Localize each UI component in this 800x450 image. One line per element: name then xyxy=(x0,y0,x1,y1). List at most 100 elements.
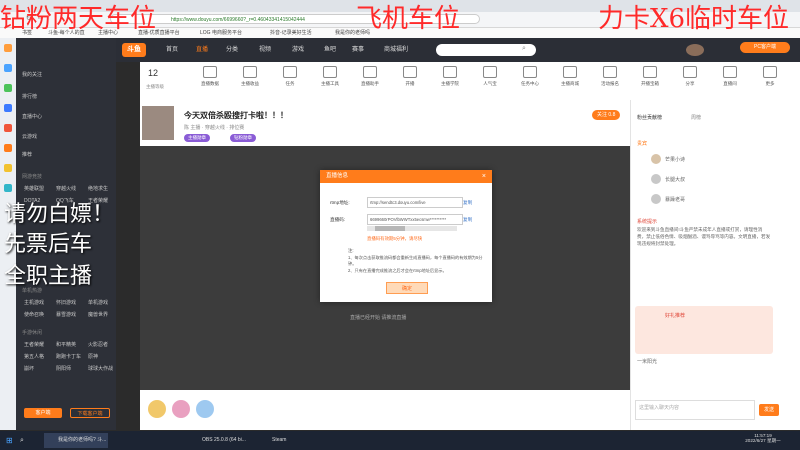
toolbar-item[interactable]: 直播数据 xyxy=(196,66,224,87)
toolbar-item[interactable]: 直播助手 xyxy=(356,66,384,87)
toolbar-item[interactable]: 主播收益 xyxy=(236,66,264,87)
toolbar-item[interactable]: 人气宝 xyxy=(476,66,504,87)
topnav-item[interactable]: 直播 xyxy=(196,38,208,62)
anchor-avatar[interactable] xyxy=(142,106,174,140)
bookmark-item[interactable]: LOG 电商服务平台 xyxy=(200,28,242,38)
nav-subitem[interactable]: 怀旧游戏 xyxy=(56,298,76,308)
scrollbar-thumb[interactable] xyxy=(375,226,405,231)
toolbar-item[interactable]: 主播工具 xyxy=(316,66,344,87)
toolbar-item[interactable]: 任务中心 xyxy=(516,66,544,87)
toolbar-item[interactable]: 开播 xyxy=(396,66,424,87)
avatar[interactable] xyxy=(651,194,661,204)
taskbar-app[interactable]: 我是你的老师吗? 斗... xyxy=(44,433,108,448)
follow-button[interactable]: 关注 0.8 xyxy=(592,110,621,120)
search-icon[interactable]: ⌕ xyxy=(20,433,24,448)
nav-subitem[interactable]: 使命召唤 xyxy=(24,310,44,320)
avatar[interactable] xyxy=(651,174,661,184)
tool-label: 主播商城 xyxy=(561,81,579,86)
nav-subitem[interactable]: 穿越火线 xyxy=(56,184,76,194)
topnav-item[interactable]: 游戏 xyxy=(292,38,304,62)
download-client-button[interactable]: 下载客户端 xyxy=(70,408,110,418)
start-icon[interactable]: ⊞ xyxy=(6,433,13,448)
toolbar-item[interactable]: 主播商城 xyxy=(556,66,584,87)
stream-code-field[interactable]: 6699660rPOVlbWWTxx5ecsmw********** xyxy=(367,214,463,225)
douyu-logo[interactable]: 斗鱼 xyxy=(122,43,146,57)
nav-item[interactable]: 云游戏 xyxy=(22,132,37,142)
open-client-button[interactable]: 客户端 xyxy=(24,408,62,418)
nav-subitem[interactable]: 火影忍者 xyxy=(88,340,108,350)
search-input[interactable] xyxy=(436,44,536,56)
nav-subitem[interactable]: 暴雪游戏 xyxy=(56,310,76,320)
nav-subitem[interactable]: 绝地求生 xyxy=(88,184,108,194)
promo-title: 好礼推荐 xyxy=(665,313,686,319)
nav-subitem[interactable]: 英雄联盟 xyxy=(24,184,44,194)
topnav-item[interactable]: 分类 xyxy=(226,38,238,62)
avatar[interactable] xyxy=(686,44,704,56)
pc-client-button[interactable]: PC客户端 xyxy=(740,42,790,53)
nav-subitem[interactable]: 魔兽世界 xyxy=(88,310,108,320)
gift-icon[interactable] xyxy=(148,400,166,418)
rank-user[interactable]: 芒果小诗 xyxy=(665,156,685,163)
toolbar-item[interactable]: 开播宝箱 xyxy=(636,66,664,87)
app-icon[interactable] xyxy=(4,184,12,192)
gift-icon[interactable] xyxy=(196,400,214,418)
app-icon[interactable] xyxy=(4,104,12,112)
topnav-item[interactable]: 首页 xyxy=(166,38,178,62)
send-button[interactable]: 发送 xyxy=(759,404,780,416)
toolbar-item[interactable]: 任务 xyxy=(276,66,304,87)
toolbar-item[interactable]: 更多 xyxy=(756,66,784,87)
nav-subitem[interactable]: 主机游戏 xyxy=(24,298,44,308)
app-icon[interactable] xyxy=(4,44,12,52)
topnav-item[interactable]: 赛事 xyxy=(352,38,364,62)
toolbar-item[interactable]: 分享 xyxy=(676,66,704,87)
search-icon[interactable]: ⌕ xyxy=(522,45,526,53)
app-icon[interactable] xyxy=(4,84,12,92)
bookmark-item[interactable]: 抖音-记录美好生活 xyxy=(270,28,312,38)
app-icon[interactable] xyxy=(4,164,12,172)
tab-fan-rank[interactable]: 粉丝贡献榜 xyxy=(637,114,662,121)
nav-subitem[interactable]: 和平精英 xyxy=(56,340,76,350)
follow-label: 关注 xyxy=(597,112,608,118)
nav-subitem[interactable]: 阴阳师 xyxy=(56,364,71,374)
toolbar-item[interactable]: 活动报名 xyxy=(596,66,624,87)
nav-subitem[interactable]: 第五人格 xyxy=(24,352,44,362)
nav-subitem[interactable]: 球球大作战 xyxy=(88,364,113,374)
nav-item[interactable]: 直播中心 xyxy=(22,112,42,122)
clock[interactable]: 11:57:19 2022/6/27 星期一 xyxy=(736,433,790,444)
rtmp-field[interactable]: rtmp://sendtc3.douyu.com/live xyxy=(367,197,463,208)
nav-subitem[interactable]: 跑跑卡丁车 xyxy=(56,352,81,362)
app-icon[interactable] xyxy=(4,144,12,152)
topnav-item[interactable]: 视频 xyxy=(259,38,271,62)
rank-user[interactable]: 一米阳光 xyxy=(637,358,657,365)
taskbar-app[interactable]: Steam xyxy=(260,433,300,448)
toolbar-item[interactable]: 直播间 xyxy=(716,66,744,87)
close-icon[interactable]: × xyxy=(482,170,486,183)
toolbar-item[interactable]: 主播学院 xyxy=(436,66,464,87)
badge-anchor[interactable]: 主播勋章 xyxy=(184,134,210,142)
nav-subitem[interactable]: 崩坏 xyxy=(24,364,34,374)
badge-fan[interactable]: 钻粉勋章 xyxy=(230,134,256,142)
tab-week[interactable]: 周榜 xyxy=(691,114,701,121)
nav-subitem[interactable]: 王者荣耀 xyxy=(24,340,44,350)
copy-code-button[interactable]: 复制 xyxy=(463,217,472,223)
windows-taskbar: ⊞ ⌕ 我是你的老师吗? 斗... OBS 25.0.8 (64 bi... S… xyxy=(0,431,800,450)
nav-item[interactable]: 推荐 xyxy=(22,150,32,160)
confirm-button[interactable]: 确定 xyxy=(386,282,428,294)
rank-user[interactable]: 长腿大叔 xyxy=(665,176,685,183)
rank-user[interactable]: 暴躁老哥 xyxy=(665,196,685,203)
taskbar-app[interactable]: OBS 25.0.8 (64 bi... xyxy=(190,433,250,448)
nav-item[interactable]: 排行榜 xyxy=(22,92,37,102)
app-icon[interactable] xyxy=(4,64,12,72)
topnav-item[interactable]: 商城福利 xyxy=(384,38,408,62)
gift-icon[interactable] xyxy=(172,400,190,418)
topnav-item[interactable]: 鱼吧 xyxy=(324,38,336,62)
copy-rtmp-button[interactable]: 复制 xyxy=(463,200,472,206)
scrollbar[interactable] xyxy=(367,226,457,231)
nav-subitem[interactable]: 原神 xyxy=(88,352,98,362)
chat-input[interactable]: 这里输入聊天内容 xyxy=(635,400,755,420)
avatar[interactable] xyxy=(651,154,661,164)
app-icon[interactable] xyxy=(4,124,12,132)
gift-promo-card[interactable]: 好礼推荐 xyxy=(635,306,773,354)
nav-item[interactable]: 我的关注 xyxy=(22,70,42,80)
nav-subitem[interactable]: 单机游戏 xyxy=(88,298,108,308)
